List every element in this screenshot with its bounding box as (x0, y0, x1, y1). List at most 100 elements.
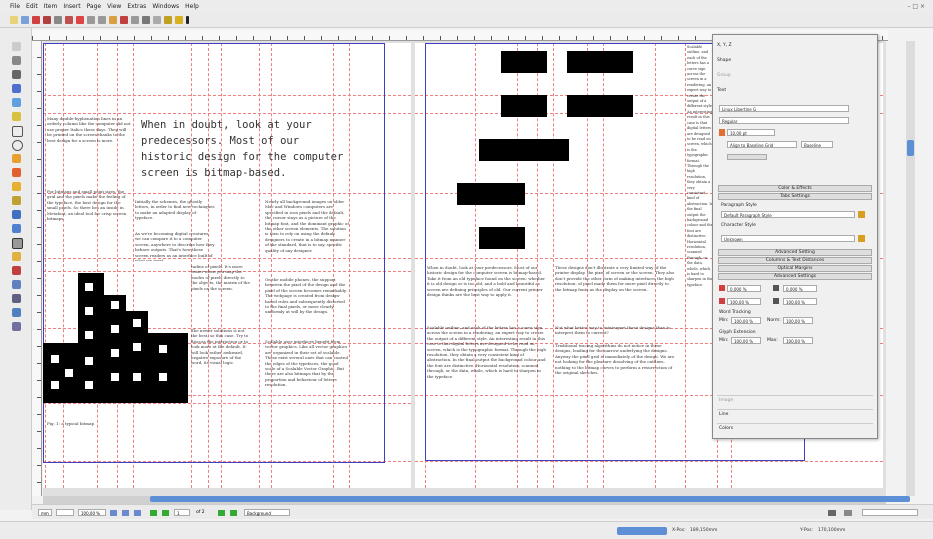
column-3-text[interactable]: Nearly all background images on older Ma… (265, 199, 349, 261)
column-2-text[interactable]: Initially the schemes, the ghostly lette… (135, 199, 215, 229)
column-2-text-c[interactable]: radius of pixels. It's more easier when … (191, 264, 251, 316)
scale-height-field[interactable]: 0,000 % (783, 285, 817, 292)
character-style-select[interactable]: Unknown (721, 235, 855, 242)
open-icon[interactable] (21, 16, 29, 24)
line-section[interactable]: Line (717, 409, 873, 419)
tab-text[interactable]: Text (717, 88, 726, 93)
tabs-settings-section[interactable]: Tabs Settings (718, 193, 872, 200)
menu-windows[interactable]: Windows (152, 3, 179, 10)
link-frames-tool-icon[interactable] (12, 266, 21, 275)
colors-section[interactable]: Colors (717, 423, 873, 433)
page-number-field[interactable]: 1 (174, 509, 190, 516)
image-section[interactable]: Image (717, 395, 873, 405)
polygon-tool-icon[interactable] (12, 154, 21, 163)
copy-icon[interactable] (120, 16, 128, 24)
render-frame-tool-icon[interactable] (12, 84, 21, 93)
zoom-tool-icon[interactable] (12, 224, 21, 233)
right-margin-text[interactable]: Scalable outline, and each of the letter… (687, 45, 713, 415)
menu-insert[interactable]: Insert (63, 3, 80, 10)
edit-text-tool-icon[interactable] (12, 252, 21, 261)
bitmap-block-1[interactable] (501, 51, 547, 73)
freehand-tool-icon[interactable] (12, 196, 21, 205)
bitmap-block-2[interactable] (567, 51, 633, 73)
properties-palette[interactable]: X, Y, Z Shape Group Text Linux Libertine… (712, 34, 878, 439)
scale-width-field[interactable]: 0,000 % (727, 285, 761, 292)
baseline-offset-field[interactable]: 100,00 % (727, 298, 761, 305)
zoom-field[interactable]: 100,00 % (78, 509, 106, 516)
copy-properties-tool-icon[interactable] (12, 308, 21, 317)
rectangle-tool-icon[interactable] (12, 126, 23, 137)
bitmap-illustration[interactable] (43, 273, 188, 403)
right-column-2-text-b[interactable]: Not what better way to reinterpret these… (555, 325, 675, 337)
sidebar-text-2[interactable]: For bitmaps and small point sizes, the g… (47, 189, 131, 259)
select-tool-icon[interactable] (12, 42, 21, 51)
paragraph-style-select[interactable]: Default Paragraph Style (721, 211, 855, 218)
menu-item[interactable]: Item (44, 3, 58, 10)
font-family-select[interactable]: Linux Libertine G (719, 105, 849, 112)
eyedropper-tool-icon[interactable] (12, 322, 21, 331)
edit-contents-tool-icon[interactable] (12, 238, 23, 249)
menu-help[interactable]: Help (185, 3, 199, 10)
color-mode-icon[interactable] (844, 510, 852, 516)
menu-view[interactable]: View (107, 3, 121, 10)
right-column-2-text[interactable]: These designs don't illustrate a very li… (555, 265, 675, 313)
horizontal-scrollbar-thumb[interactable] (150, 496, 910, 502)
guides-icon[interactable] (153, 16, 161, 24)
alignment-select-2[interactable]: Baseline (801, 141, 833, 148)
visual-appearance-select[interactable] (862, 509, 918, 516)
view-options-icon[interactable] (828, 510, 836, 516)
sidebar-text[interactable]: Many double-hyphenation lines in an orde… (47, 116, 131, 180)
vertical-ruler[interactable] (32, 41, 42, 496)
glyph-extension-max-field[interactable]: 100,00 % (783, 337, 813, 344)
unlink-frames-tool-icon[interactable] (12, 280, 21, 289)
image-frame-tool-icon[interactable] (12, 70, 21, 79)
menu-page[interactable]: Page (87, 3, 102, 10)
menu-edit[interactable]: Edit (26, 3, 38, 10)
column-3-text-b[interactable]: On the mobile phones, the support betwee… (265, 277, 349, 327)
units-select[interactable]: mm (38, 509, 52, 516)
redo-icon[interactable] (98, 16, 106, 24)
tracking-field[interactable]: 100,00 % (783, 298, 817, 305)
optical-margins-section[interactable]: Optical Margins (718, 265, 872, 272)
rotate-tool-icon[interactable] (12, 210, 21, 219)
right-column-1-text-b[interactable]: Scalable outline, and each of the letter… (427, 325, 547, 399)
tab-xyz[interactable]: X, Y, Z (717, 43, 732, 48)
font-style-select[interactable]: Regular (719, 117, 849, 124)
paragraph-style-edit-icon[interactable] (858, 211, 865, 218)
tab-group[interactable]: Group (717, 73, 731, 78)
headline-text[interactable]: When in doubt, look at your predecessors… (141, 117, 353, 181)
layer-select[interactable]: Background (244, 509, 290, 516)
first-page-icon[interactable] (150, 510, 157, 516)
bitmap-block-6[interactable] (457, 183, 525, 205)
font-size-field[interactable]: 10,00 pt (727, 129, 775, 136)
close-icon[interactable] (43, 16, 51, 24)
cut-icon[interactable] (109, 16, 117, 24)
preview-icon[interactable] (164, 16, 172, 24)
vertical-scrollbar-thumb[interactable] (907, 140, 914, 156)
line-tool-icon[interactable] (12, 168, 21, 177)
page-left[interactable]: Many double-hyphenation lines in an orde… (43, 43, 411, 488)
print-icon[interactable] (54, 16, 62, 24)
column-2-text-b[interactable]: As we're becoming digital creatures, we … (135, 231, 215, 261)
export-pdf-icon[interactable] (76, 16, 84, 24)
grid-icon[interactable] (142, 16, 150, 24)
edit-icon[interactable] (175, 16, 183, 24)
bitmap-block-4[interactable] (567, 95, 633, 117)
vertical-scrollbar[interactable] (906, 41, 915, 496)
right-column-1-text[interactable]: When in doubt, look at your predecessors… (427, 265, 547, 319)
window-controls[interactable]: – □ × (907, 3, 925, 10)
advanced-settings-section[interactable]: Advanced Settings (718, 273, 872, 280)
measure-tool-icon[interactable] (12, 294, 21, 303)
menu-file[interactable]: File (10, 3, 20, 10)
figure-caption[interactable]: Fig. 1: a typical bitmap sketch (47, 421, 107, 427)
column-2-text-d[interactable]: The newer solutions is not the best, so … (191, 328, 251, 398)
text-frame-tool-icon[interactable] (12, 56, 21, 65)
alignment-select[interactable]: Align to Baseline Grid (727, 141, 797, 148)
last-page-icon[interactable] (230, 510, 237, 516)
zoom-in-icon[interactable] (134, 510, 141, 516)
new-document-icon[interactable] (10, 16, 18, 24)
bezier-tool-icon[interactable] (12, 182, 21, 191)
advanced-setting-section[interactable]: Advanced Setting (718, 249, 872, 256)
table-tool-icon[interactable] (12, 98, 21, 107)
preview-mode-select[interactable] (56, 509, 74, 516)
